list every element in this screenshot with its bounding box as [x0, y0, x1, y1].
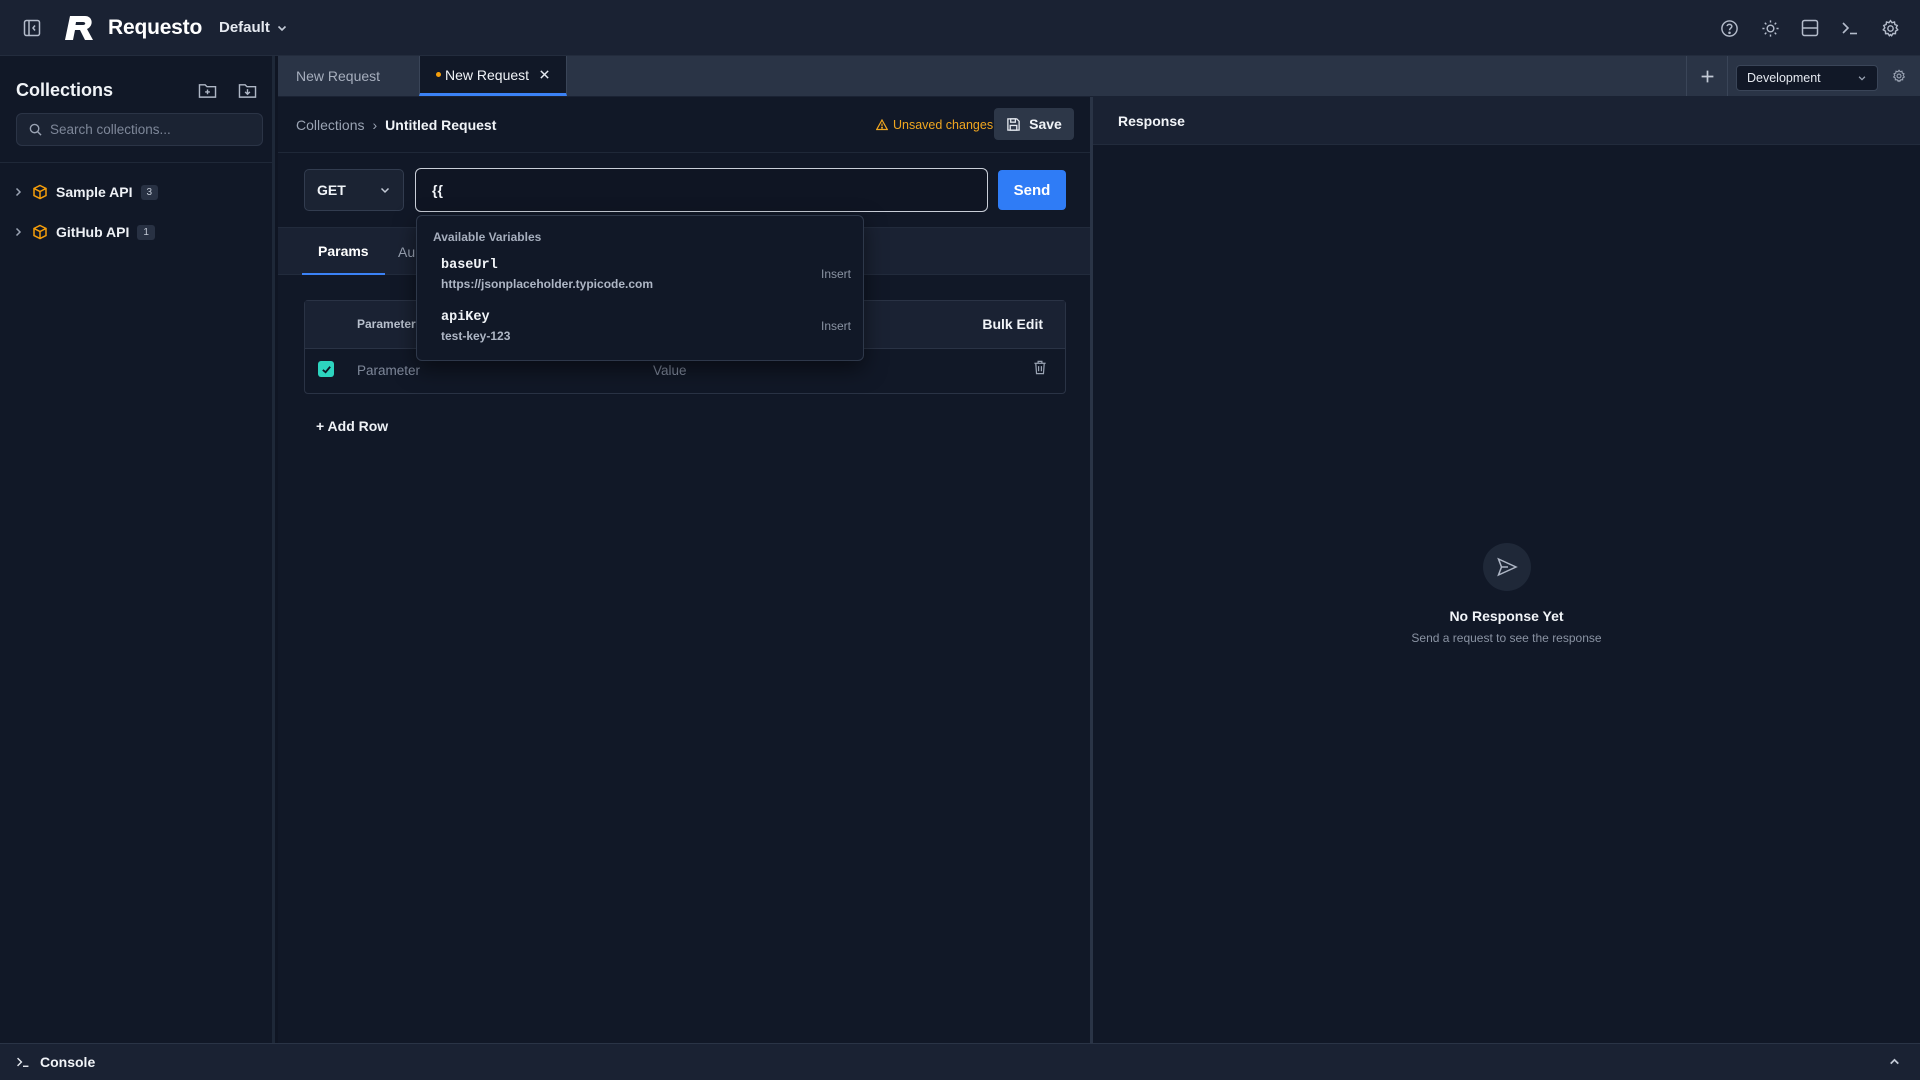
- unsaved-changes-indicator: Unsaved changes: [876, 118, 993, 132]
- chevron-down-icon: [380, 187, 390, 194]
- search-collections-field[interactable]: [16, 113, 263, 146]
- variable-value: test-key-123: [441, 329, 511, 343]
- terminal-icon: [17, 1057, 29, 1067]
- chevron-down-icon: [1858, 76, 1866, 81]
- tab-divider: [1727, 56, 1728, 96]
- warning-icon: [876, 119, 888, 131]
- collection-count-badge: 3: [140, 184, 159, 200]
- column-header-parameter: Parameter: [357, 317, 416, 331]
- collection-box-icon: [33, 224, 47, 240]
- settings-gear-icon[interactable]: [1878, 16, 1902, 40]
- console-bar[interactable]: Console: [0, 1043, 1920, 1080]
- collection-name: GitHub API: [56, 224, 130, 240]
- tab-label: New Request: [445, 66, 530, 83]
- workspace-label: Default: [219, 19, 270, 36]
- variables-autocomplete: Available Variables baseUrl https://json…: [416, 215, 864, 361]
- add-row-button[interactable]: + Add Row: [316, 418, 388, 434]
- new-tab-plus-icon[interactable]: [1687, 56, 1727, 96]
- tab-auth[interactable]: Au: [398, 228, 415, 275]
- new-folder-icon[interactable]: [195, 78, 219, 102]
- response-header: Response: [1093, 97, 1920, 145]
- sidebar-divider: [0, 162, 272, 163]
- tab-auth-label: Au: [398, 243, 416, 260]
- top-bar: Requesto Default: [0, 0, 1920, 56]
- chevron-right-icon[interactable]: [12, 226, 24, 238]
- save-label: Save: [1029, 116, 1062, 132]
- help-icon[interactable]: [1717, 16, 1741, 40]
- variable-name: apiKey: [441, 310, 490, 325]
- breadcrumb-separator: ›: [372, 117, 378, 133]
- trash-icon[interactable]: [1033, 360, 1047, 375]
- send-button[interactable]: Send: [998, 170, 1066, 210]
- breadcrumb: Collections › Untitled Request: [296, 117, 496, 133]
- param-value-input[interactable]: Value: [653, 363, 687, 378]
- request-tab-bar: New Request New Request: [278, 56, 1920, 97]
- url-value: {{: [432, 182, 443, 198]
- terminal-icon[interactable]: [1838, 16, 1862, 40]
- environment-select[interactable]: Development: [1736, 65, 1878, 91]
- http-method-select[interactable]: GET: [304, 169, 404, 211]
- tab-new-request-1[interactable]: New Request: [296, 56, 380, 96]
- search-icon: [29, 123, 42, 136]
- empty-state-subtitle: Send a request to see the response: [1411, 631, 1602, 645]
- environment-settings-icon[interactable]: [1884, 56, 1914, 96]
- sidebar-toggle-icon[interactable]: [20, 16, 44, 40]
- save-floppy-icon: [1007, 117, 1020, 131]
- response-title: Response: [1118, 113, 1185, 129]
- method-label: GET: [317, 182, 346, 198]
- requesto-logo-icon: [63, 14, 97, 42]
- collection-box-icon: [33, 184, 47, 200]
- collection-item-github-api[interactable]: GitHub API 1: [12, 220, 155, 244]
- theme-sun-icon[interactable]: [1758, 16, 1782, 40]
- insert-button[interactable]: Insert: [821, 319, 851, 333]
- send-arrow-icon: [1483, 543, 1531, 591]
- workspace-selector[interactable]: Default: [219, 19, 288, 36]
- request-title: Untitled Request: [385, 117, 497, 133]
- save-button[interactable]: Save: [994, 108, 1074, 140]
- variable-value: https://jsonplaceholder.typicode.com: [441, 277, 654, 291]
- bulk-edit-button[interactable]: Bulk Edit: [982, 316, 1043, 332]
- param-key-input[interactable]: Parameter: [357, 363, 420, 378]
- collection-item-sample-api[interactable]: Sample API 3: [12, 180, 159, 204]
- layout-icon[interactable]: [1798, 16, 1822, 40]
- import-icon[interactable]: [235, 78, 259, 102]
- variable-name: baseUrl: [441, 258, 498, 273]
- insert-button[interactable]: Insert: [821, 267, 851, 281]
- tab-params[interactable]: Params: [302, 228, 385, 275]
- close-icon[interactable]: [539, 69, 550, 80]
- tab-new-request-2[interactable]: New Request: [419, 56, 568, 96]
- tab-label: New Request: [296, 68, 381, 84]
- collection-count-badge: 1: [137, 224, 155, 240]
- environment-label: Development: [1747, 71, 1821, 85]
- app-name: Requesto: [108, 16, 203, 39]
- dropdown-title: Available Variables: [433, 230, 542, 244]
- breadcrumb-collections[interactable]: Collections: [296, 117, 364, 133]
- sidebar-title: Collections: [16, 80, 114, 100]
- collection-name: Sample API: [56, 184, 133, 200]
- tab-params-label: Params: [318, 242, 369, 259]
- variable-option-apikey[interactable]: apiKey test-key-123 Insert: [441, 310, 851, 354]
- collections-sidebar: Collections Sample API 3 GitHub API 1: [0, 56, 275, 1043]
- row-enabled-checkbox[interactable]: [318, 361, 334, 377]
- unsaved-label: Unsaved changes: [893, 118, 994, 132]
- empty-state-title: No Response Yet: [1449, 608, 1564, 624]
- search-input[interactable]: [50, 122, 250, 137]
- chevron-up-icon[interactable]: [1888, 1055, 1901, 1068]
- url-input[interactable]: {{: [415, 168, 988, 212]
- chevron-down-icon: [277, 25, 286, 31]
- unsaved-dot: [436, 72, 441, 77]
- response-pane: Response No Response Yet Send a request …: [1093, 97, 1920, 1043]
- chevron-right-icon[interactable]: [12, 186, 24, 198]
- variable-option-baseurl[interactable]: baseUrl https://jsonplaceholder.typicode…: [441, 258, 851, 302]
- send-label: Send: [1013, 181, 1051, 199]
- pane-divider: [278, 152, 1090, 153]
- checkmark-icon: [321, 365, 331, 374]
- console-toggle[interactable]: Console: [16, 1054, 95, 1070]
- console-label: Console: [40, 1054, 96, 1070]
